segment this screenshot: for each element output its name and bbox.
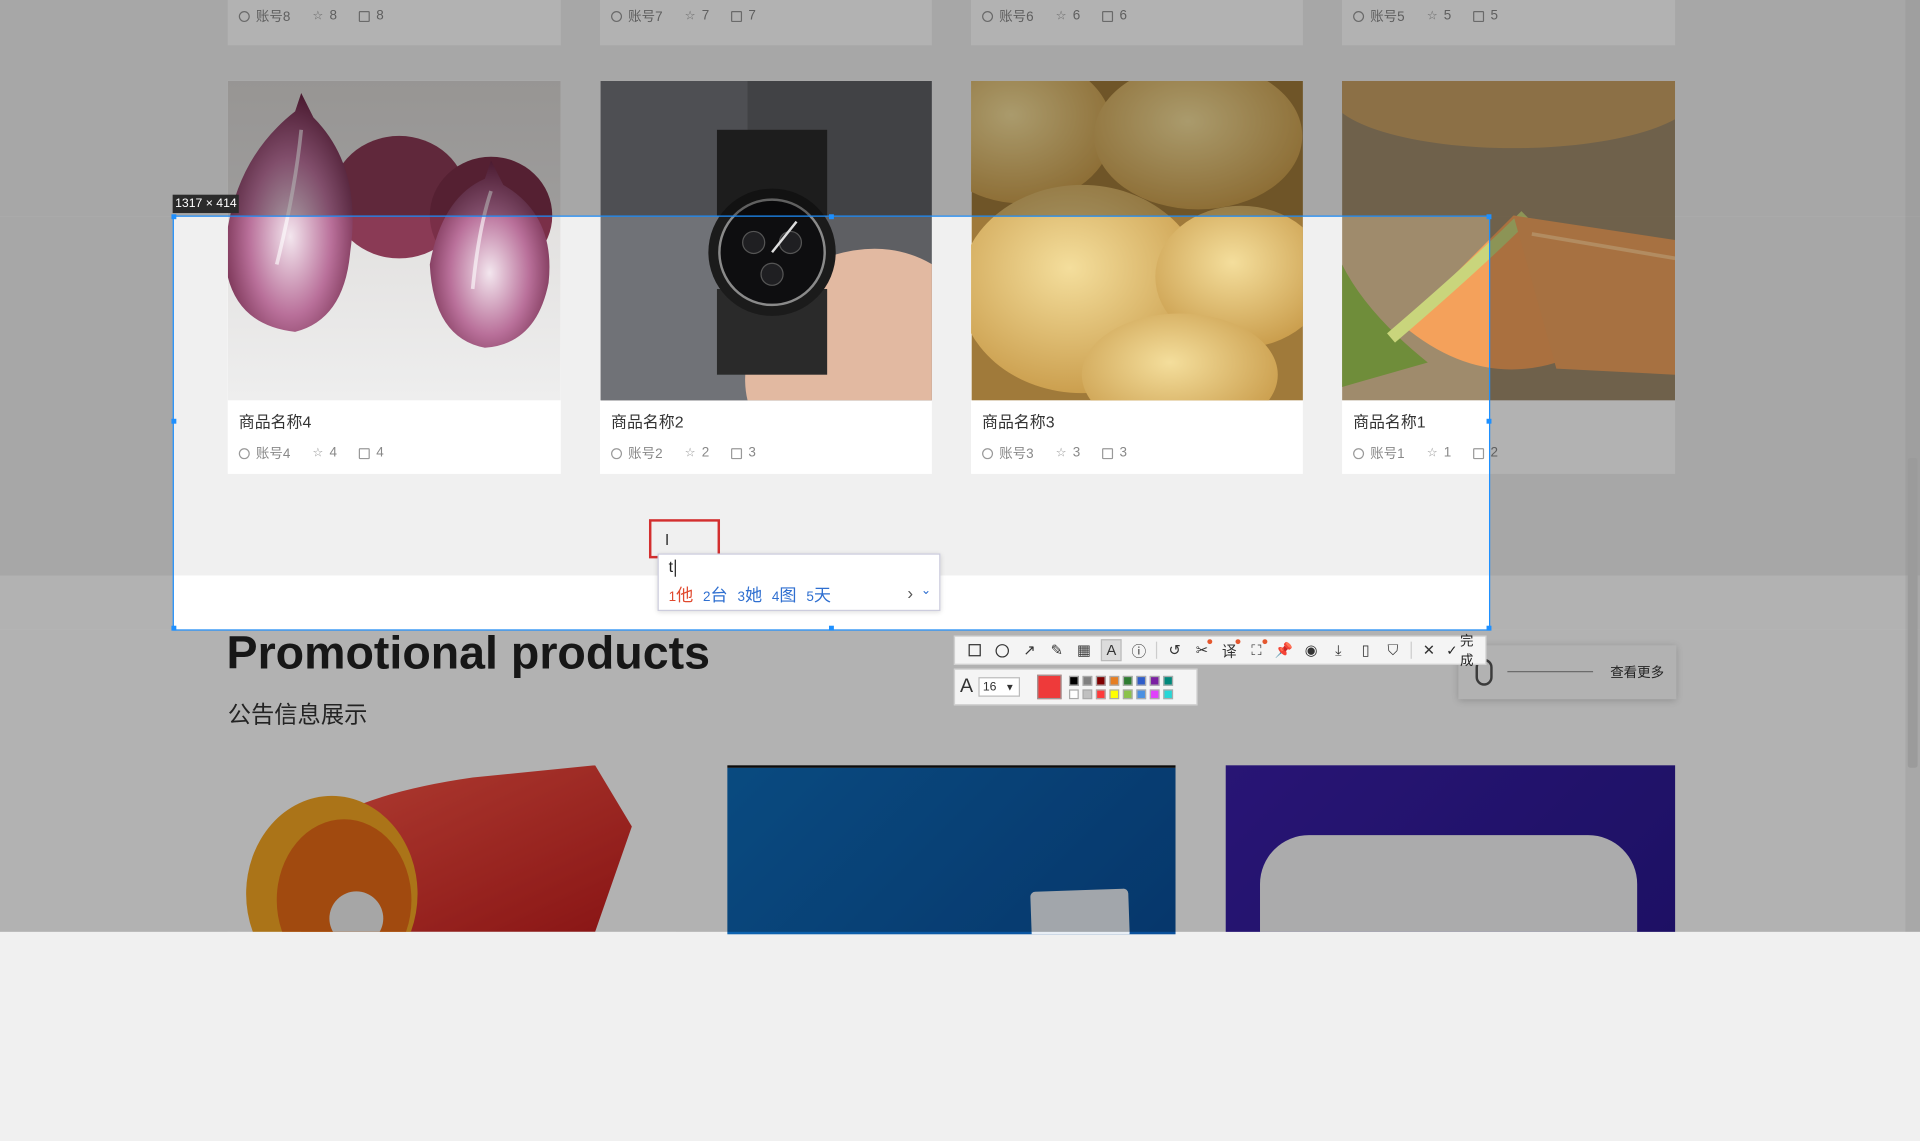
- palette-swatch[interactable]: [1162, 688, 1173, 699]
- scan-icon[interactable]: ⛶: [1246, 639, 1268, 661]
- ime-candidate-window[interactable]: t 1他 2台 3她 4图 5天 › ⌄: [657, 553, 941, 612]
- phone-icon[interactable]: ▯: [1355, 639, 1376, 661]
- ime-candidate-3[interactable]: 3她: [737, 583, 762, 607]
- info-tool-icon[interactable]: ⓘ: [1128, 639, 1149, 661]
- pencil-tool-icon[interactable]: ✎: [1046, 639, 1067, 661]
- view-more-label: 查看更多: [1610, 666, 1665, 681]
- view-more-line: [1507, 671, 1594, 673]
- top-card-3[interactable]: 账号6 ☆ 6 6: [971, 0, 1303, 46]
- palette-swatch[interactable]: [1108, 688, 1119, 699]
- dropdown-arrow-icon: ▼: [1005, 681, 1015, 693]
- translate-icon[interactable]: 译: [1219, 639, 1240, 661]
- user-icon: [982, 10, 994, 22]
- card-meta: 账号7 ☆ 7 7: [611, 6, 756, 26]
- promo-image-purple[interactable]: [1225, 765, 1676, 932]
- palette-swatch[interactable]: [1149, 675, 1160, 686]
- text-style-toolbar: A 16 ▼: [953, 668, 1198, 706]
- active-color-swatch[interactable]: [1036, 674, 1062, 700]
- ime-candidate-4[interactable]: 4图: [772, 583, 797, 607]
- star-icon: ☆: [684, 9, 696, 23]
- palette-swatch[interactable]: [1135, 675, 1146, 686]
- done-button[interactable]: ✓ 完成: [1446, 631, 1485, 670]
- text-cursor-icon: I: [664, 530, 670, 549]
- ime-next-page-icon[interactable]: ›: [907, 583, 913, 603]
- top-card-1[interactable]: 账号8 ☆ 8 8: [227, 0, 561, 46]
- ime-caret: [674, 559, 676, 577]
- user-icon: [611, 10, 623, 22]
- card-meta: 账号5 ☆ 5 5: [1353, 6, 1498, 26]
- palette-swatch[interactable]: [1068, 688, 1079, 699]
- promo-image-megaphone[interactable]: [227, 765, 676, 932]
- top-card-4[interactable]: 账号5 ☆ 5 5: [1342, 0, 1676, 46]
- ime-candidate-1[interactable]: 1他: [669, 583, 694, 607]
- close-icon[interactable]: ✕: [1418, 639, 1439, 661]
- bookmark-icon[interactable]: ⛉: [1382, 639, 1403, 661]
- palette-swatch[interactable]: [1122, 675, 1133, 686]
- section-subtitle: 公告信息展示: [227, 702, 368, 729]
- section-title: Promotional products: [226, 628, 710, 680]
- rounded-panel: [1260, 835, 1638, 932]
- ime-candidate-2[interactable]: 2台: [703, 583, 728, 607]
- scrollbar-thumb[interactable]: [1907, 457, 1918, 768]
- star-icon: ☆: [1055, 9, 1067, 23]
- palette-swatch[interactable]: [1095, 675, 1106, 686]
- font-icon: A: [960, 675, 974, 697]
- user-icon: [238, 10, 250, 22]
- arrow-tool-icon[interactable]: ↗: [1019, 639, 1040, 661]
- ime-expand-icon[interactable]: ⌄: [921, 584, 931, 597]
- ime-candidate-5[interactable]: 5天: [806, 583, 831, 607]
- promo-image-news[interactable]: [727, 765, 1176, 935]
- palette-swatch[interactable]: [1122, 688, 1133, 699]
- ime-composition: t: [668, 557, 674, 576]
- comment-icon: [1473, 10, 1485, 22]
- news-sign: [1030, 888, 1130, 935]
- mosaic-tool-icon[interactable]: ▦: [1074, 639, 1095, 661]
- screenshot-toolbar: ↗ ✎ ▦ A ⓘ ↺ ✂ 译 ⛶ 📌 ◉ ⤓ ▯ ⛉ ✕ ✓ 完成: [953, 634, 1487, 669]
- selection-size-label: 1317 × 414: [172, 194, 240, 214]
- card-meta: 账号8 ☆ 8 8: [238, 6, 384, 26]
- palette-swatch[interactable]: [1149, 688, 1160, 699]
- check-icon: ✓: [1446, 643, 1458, 659]
- undo-icon[interactable]: ↺: [1164, 639, 1185, 661]
- rectangle-tool-icon[interactable]: [964, 639, 985, 661]
- comment-icon: [731, 10, 743, 22]
- palette-swatch[interactable]: [1162, 675, 1173, 686]
- download-icon[interactable]: ⤓: [1328, 639, 1349, 661]
- user-icon: [1353, 10, 1365, 22]
- comment-icon: [359, 10, 371, 22]
- color-palette: [1068, 675, 1173, 699]
- scissors-icon[interactable]: ✂: [1191, 639, 1213, 661]
- record-icon[interactable]: ◉: [1301, 639, 1322, 661]
- view-more-button[interactable]: 查看更多: [1458, 645, 1677, 700]
- top-card-2[interactable]: 账号7 ☆ 7 7: [600, 0, 932, 46]
- palette-swatch[interactable]: [1082, 675, 1092, 686]
- star-icon: ☆: [312, 9, 324, 23]
- palette-swatch[interactable]: [1082, 688, 1092, 699]
- ellipse-tool-icon[interactable]: [992, 639, 1013, 661]
- star-icon: ☆: [1426, 9, 1438, 23]
- card-meta: 账号6 ☆ 6 6: [982, 6, 1127, 26]
- comment-icon: [1102, 10, 1114, 22]
- palette-swatch[interactable]: [1068, 675, 1079, 686]
- text-tool-icon[interactable]: A: [1100, 639, 1123, 662]
- pin-icon[interactable]: 📌: [1273, 639, 1294, 661]
- palette-swatch[interactable]: [1135, 688, 1146, 699]
- scrollbar-track[interactable]: [1905, 0, 1920, 932]
- palette-swatch[interactable]: [1095, 688, 1106, 699]
- ime-candidate-list: 1他 2台 3她 4图 5天: [669, 583, 831, 607]
- palette-swatch[interactable]: [1108, 675, 1119, 686]
- font-size-select[interactable]: 16 ▼: [977, 677, 1020, 697]
- megaphone-image: [246, 765, 632, 932]
